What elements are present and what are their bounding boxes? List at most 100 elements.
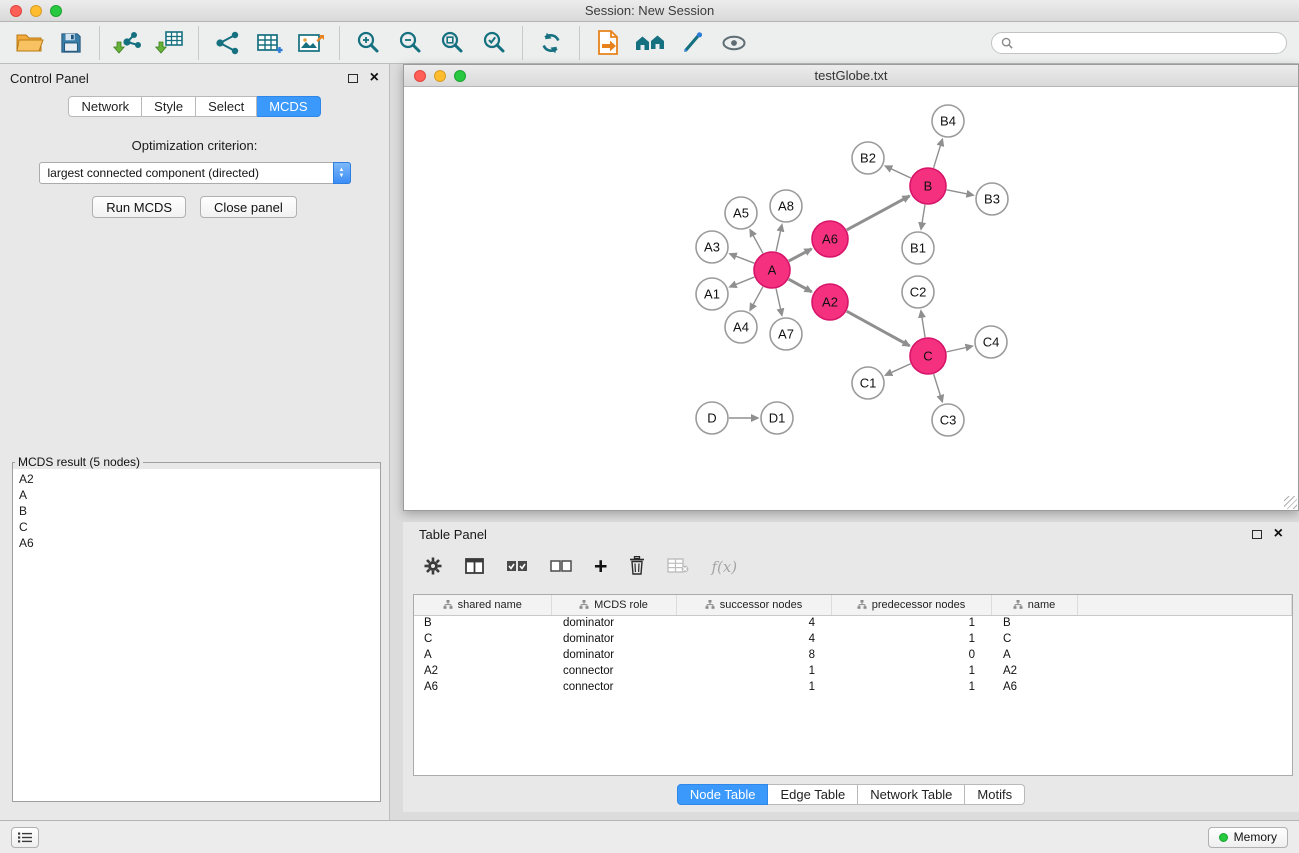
edge-C-C3[interactable]	[934, 374, 943, 402]
first-neighbors-button[interactable]	[629, 25, 671, 61]
mcds-result-item[interactable]: A	[19, 487, 380, 503]
table-cell[interactable]: 1	[831, 631, 991, 647]
node-C3[interactable]: C3	[932, 404, 964, 436]
save-session-button[interactable]	[50, 25, 92, 61]
table-cell[interactable]: A6	[991, 679, 1077, 695]
node-B3[interactable]: B3	[976, 183, 1008, 215]
edge-A6-B[interactable]	[847, 196, 910, 230]
node-A[interactable]: A	[754, 252, 790, 288]
mcds-result-list[interactable]: A2ABCA6	[13, 469, 380, 801]
new-table-button[interactable]	[248, 25, 290, 61]
edge-A-A7[interactable]	[776, 289, 782, 316]
float-panel-icon[interactable]	[348, 74, 358, 83]
node-A6[interactable]: A6	[812, 221, 848, 257]
table-cell[interactable]: A2	[414, 663, 551, 679]
mcds-result-item[interactable]: C	[19, 519, 380, 535]
node-C4[interactable]: C4	[975, 326, 1007, 358]
table-cell[interactable]: connector	[551, 679, 676, 695]
table-row[interactable]: Cdominator41C	[414, 631, 1292, 647]
edge-A-A5[interactable]	[750, 230, 763, 254]
edge-C-C1[interactable]	[885, 364, 910, 375]
table-cell[interactable]: B	[414, 615, 551, 631]
tab-network-table[interactable]: Network Table	[858, 784, 965, 805]
tab-node-table[interactable]: Node Table	[677, 784, 769, 805]
tab-network[interactable]: Network	[68, 96, 142, 117]
edge-B-B3[interactable]	[947, 190, 974, 195]
edge-C-C4[interactable]	[947, 346, 973, 352]
mcds-result-item[interactable]: A2	[19, 471, 380, 487]
node-A7[interactable]: A7	[770, 318, 802, 350]
edge-A-A6[interactable]	[789, 249, 812, 261]
node-D1[interactable]: D1	[761, 402, 793, 434]
table-row[interactable]: Bdominator41B	[414, 615, 1292, 631]
open-file-button[interactable]	[8, 25, 50, 61]
gear-icon[interactable]	[423, 556, 443, 579]
table-cell[interactable]: 1	[831, 663, 991, 679]
close-window-button[interactable]	[10, 5, 22, 17]
search-input[interactable]	[1019, 36, 1277, 50]
table-cell[interactable]: 1	[831, 615, 991, 631]
column-header-successor-nodes[interactable]: successor nodes	[676, 595, 831, 615]
table-cell[interactable]: A6	[414, 679, 551, 695]
resize-grip[interactable]	[1284, 496, 1297, 509]
tab-select[interactable]: Select	[196, 96, 257, 117]
node-A2[interactable]: A2	[812, 284, 848, 320]
mcds-result-item[interactable]: B	[19, 503, 380, 519]
node-A4[interactable]: A4	[725, 311, 757, 343]
table-cell[interactable]: 4	[676, 615, 831, 631]
float-table-panel-icon[interactable]	[1252, 530, 1262, 539]
mcds-result-item[interactable]: A6	[19, 535, 380, 551]
edge-A-A8[interactable]	[776, 225, 782, 252]
table-cell[interactable]: dominator	[551, 647, 676, 663]
node-A5[interactable]: A5	[725, 197, 757, 229]
table-cell[interactable]: A	[991, 647, 1077, 663]
minimize-network-button[interactable]	[434, 70, 446, 82]
node-B1[interactable]: B1	[902, 232, 934, 264]
zoom-network-button[interactable]	[454, 70, 466, 82]
column-header-shared-name[interactable]: shared name	[414, 595, 551, 615]
table-row[interactable]: A2connector11A2	[414, 663, 1292, 679]
import-table-button[interactable]	[149, 25, 191, 61]
table-cell[interactable]: 1	[676, 679, 831, 695]
table-cell[interactable]: 1	[831, 679, 991, 695]
select-all-icon[interactable]	[506, 560, 528, 575]
table-cell[interactable]: 1	[676, 663, 831, 679]
table-cell[interactable]: A2	[991, 663, 1077, 679]
zoom-in-button[interactable]	[347, 25, 389, 61]
tab-mcds[interactable]: MCDS	[257, 96, 320, 117]
node-B4[interactable]: B4	[932, 105, 964, 137]
column-header-mcds-role[interactable]: MCDS role	[551, 595, 676, 615]
zoom-window-button[interactable]	[50, 5, 62, 17]
table-cell[interactable]: connector	[551, 663, 676, 679]
edge-B-B2[interactable]	[885, 166, 911, 178]
tab-style[interactable]: Style	[142, 96, 196, 117]
share-network-button[interactable]	[206, 25, 248, 61]
zoom-out-button[interactable]	[389, 25, 431, 61]
close-panel-icon[interactable]: ×	[370, 70, 379, 86]
edge-B-B1[interactable]	[921, 205, 925, 229]
table-cell[interactable]: B	[991, 615, 1077, 631]
table-cell[interactable]: dominator	[551, 615, 676, 631]
close-table-panel-icon[interactable]: ×	[1274, 526, 1283, 542]
table-cell[interactable]: 4	[676, 631, 831, 647]
table-row[interactable]: Adominator80A	[414, 647, 1292, 663]
run-mcds-button[interactable]: Run MCDS	[92, 196, 186, 218]
tab-motifs[interactable]: Motifs	[965, 784, 1025, 805]
node-C1[interactable]: C1	[852, 367, 884, 399]
edge-B-B4[interactable]	[934, 139, 943, 168]
edge-A2-C[interactable]	[847, 311, 910, 346]
zoom-selected-button[interactable]	[473, 25, 515, 61]
search-box[interactable]	[991, 32, 1287, 54]
column-header-name[interactable]: name	[991, 595, 1077, 615]
network-canvas[interactable]: B4B2BB3A5A8A6A3B1AA1C2A2A4A7C4CC1C3DD1	[404, 87, 1298, 510]
close-network-button[interactable]	[414, 70, 426, 82]
edge-A-A2[interactable]	[789, 279, 812, 292]
import-network-button[interactable]	[107, 25, 149, 61]
edge-C-C2[interactable]	[921, 311, 925, 337]
zoom-fit-button[interactable]	[431, 25, 473, 61]
node-B[interactable]: B	[910, 168, 946, 204]
tab-edge-table[interactable]: Edge Table	[768, 784, 858, 805]
optimization-dropdown[interactable]: largest connected component (directed) ▲…	[39, 162, 351, 184]
memory-button[interactable]: Memory	[1208, 827, 1288, 848]
columns-icon[interactable]	[465, 558, 484, 577]
